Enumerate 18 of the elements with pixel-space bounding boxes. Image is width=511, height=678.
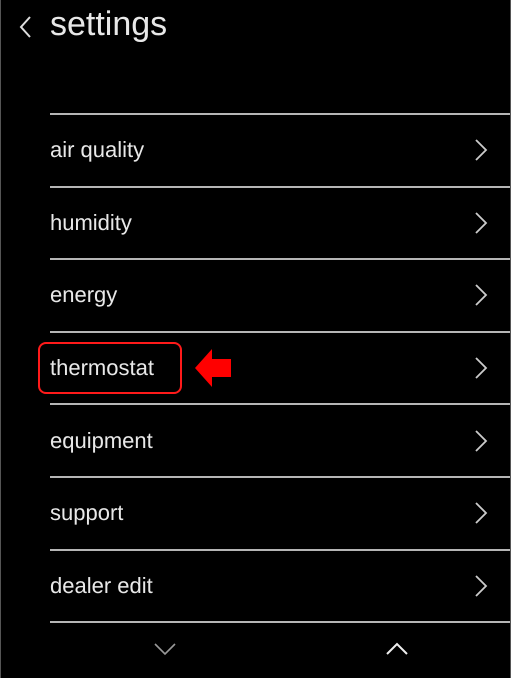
chevron-icon <box>474 356 488 380</box>
arrow-icon <box>194 349 231 388</box>
chevron-icon <box>474 501 488 526</box>
chevron-icon <box>474 574 488 598</box>
menu-item[interactable]: humidity <box>50 210 132 236</box>
chevron-icon <box>474 138 488 162</box>
chevron-icon <box>474 283 488 308</box>
menu-item[interactable]: equipment <box>50 428 153 454</box>
menu-item[interactable]: air quality <box>50 137 144 164</box>
chevron-icon <box>474 210 488 235</box>
screen-title: settings <box>50 4 168 44</box>
chevron-icon <box>474 428 488 453</box>
scroll-up-button[interactable] <box>385 642 409 656</box>
menu-item[interactable]: dealer edit <box>50 572 153 599</box>
menu-item[interactable]: energy <box>50 282 118 308</box>
scroll-down-button[interactable] <box>153 642 177 656</box>
highlighted-menu-item[interactable]: thermostat <box>38 342 182 394</box>
menu-item[interactable]: support <box>50 500 124 526</box>
